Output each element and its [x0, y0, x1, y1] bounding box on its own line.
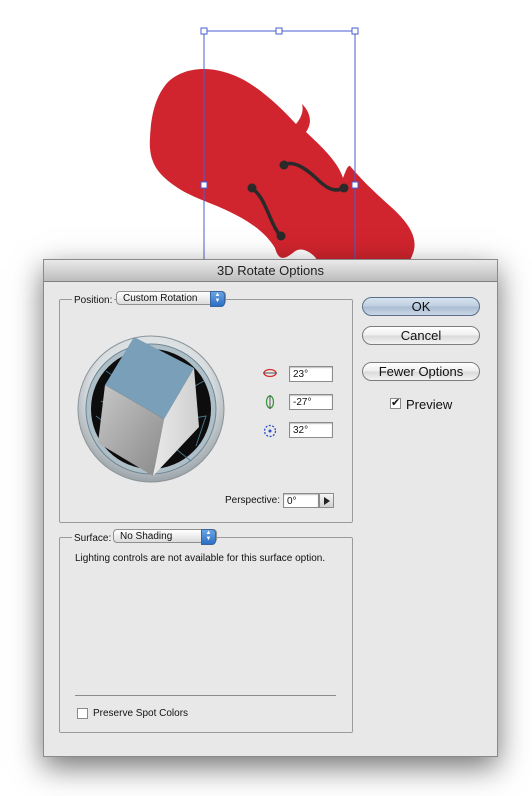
preview-checkbox[interactable]: ✔ [390, 398, 401, 409]
perspective-slider-button[interactable] [319, 493, 334, 508]
perspective-field[interactable]: 0° [283, 493, 319, 508]
cancel-button[interactable]: Cancel [362, 326, 480, 345]
y-rotation-field[interactable]: -27° [289, 394, 333, 410]
y-axis-rotate-icon [265, 395, 275, 409]
preview-label: Preview [406, 397, 453, 412]
surface-popup-value: No Shading [120, 531, 173, 542]
ok-button[interactable]: OK [362, 297, 480, 316]
surface-popup[interactable]: No Shading ▲ ▼ [113, 529, 217, 545]
position-popup-value: Custom Rotation [123, 293, 198, 304]
popup-arrows-icon: ▲ ▼ [210, 291, 225, 307]
z-rotation-field[interactable]: 32° [289, 422, 333, 438]
surface-separator [75, 695, 336, 696]
position-label: Position: [72, 295, 115, 306]
fewer-options-button[interactable]: Fewer Options [362, 362, 480, 381]
preserve-spot-colors-checkbox[interactable] [77, 708, 88, 719]
lighting-message: Lighting controls are not available for … [75, 553, 326, 564]
x-axis-rotate-icon [263, 368, 277, 378]
z-axis-rotate-icon [263, 424, 277, 438]
artwork-canvas[interactable] [0, 0, 532, 300]
checkmark-icon: ✔ [391, 397, 401, 409]
x-rotation-field[interactable]: 23° [289, 366, 333, 382]
play-triangle-icon [324, 497, 330, 505]
surface-label: Surface: [72, 533, 114, 544]
dialog-title[interactable]: 3D Rotate Options [44, 260, 497, 282]
perspective-label: Perspective: [225, 495, 281, 506]
surface-group [59, 537, 353, 733]
position-popup[interactable]: Custom Rotation ▲ ▼ [116, 291, 226, 307]
popup-arrows-icon: ▲ ▼ [201, 529, 216, 545]
preserve-spot-colors-label: Preserve Spot Colors [93, 708, 189, 719]
rotation-track-cube[interactable] [76, 321, 226, 497]
rotate-options-dialog: 3D Rotate Options Position: Custom Rotat… [43, 259, 498, 757]
